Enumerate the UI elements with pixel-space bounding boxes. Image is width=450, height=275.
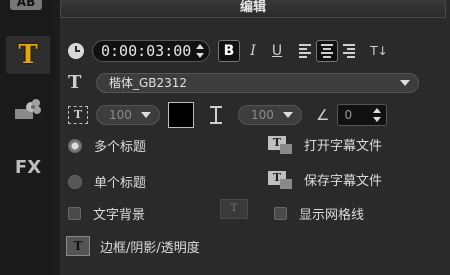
align-center-button[interactable] bbox=[316, 40, 338, 62]
save-subtitle-icon: T bbox=[268, 170, 292, 189]
open-subtitle-file-button[interactable]: T 打开字幕文件 bbox=[268, 135, 382, 154]
underline-button[interactable]: U bbox=[266, 40, 288, 62]
title-tab[interactable]: T bbox=[6, 36, 50, 74]
text-background-settings-button[interactable]: T bbox=[220, 199, 248, 219]
flower-filter-icon bbox=[15, 99, 41, 119]
open-subtitle-file-label: 打开字幕文件 bbox=[304, 139, 383, 154]
chevron-down-icon bbox=[141, 112, 151, 118]
font-family-value: 楷体_GB2312 bbox=[109, 75, 188, 90]
show-grid-checkbox[interactable] bbox=[274, 207, 287, 220]
multi-title-label: 多个标题 bbox=[94, 140, 147, 155]
font-size-value: 100 bbox=[109, 108, 132, 122]
rotation-angle-icon: ∠ bbox=[316, 106, 330, 124]
font-t-icon: T bbox=[68, 72, 82, 93]
font-size-icon: T bbox=[68, 106, 88, 124]
duration-timecode-input[interactable]: 0:00:03:00 bbox=[92, 40, 210, 62]
single-title-option[interactable]: 单个标题 bbox=[68, 172, 146, 191]
align-left-button[interactable] bbox=[294, 40, 316, 62]
size-row: T 100 100 ∠ 0 bbox=[68, 102, 388, 128]
line-spacing-icon bbox=[208, 106, 224, 124]
panel-title: 编辑 bbox=[60, 0, 446, 18]
text-background-settings-icon: T bbox=[220, 199, 248, 219]
text-background-option[interactable]: 文字背景 bbox=[68, 204, 145, 223]
save-subtitle-file-label: 保存字幕文件 bbox=[304, 174, 383, 189]
sidebar: AB T FX bbox=[0, 0, 55, 275]
rotation-angle-value: 0 bbox=[344, 108, 353, 122]
align-right-icon bbox=[343, 44, 355, 58]
filter-tab[interactable] bbox=[6, 90, 50, 128]
line-spacing-value: 100 bbox=[251, 108, 274, 122]
show-grid-option[interactable]: 显示网格线 bbox=[274, 204, 364, 223]
single-title-label: 单个标题 bbox=[94, 176, 147, 191]
text-background-checkbox[interactable] bbox=[68, 207, 81, 220]
line-spacing-select[interactable]: 100 bbox=[238, 105, 302, 125]
multi-title-radio[interactable] bbox=[68, 138, 82, 153]
single-title-radio[interactable] bbox=[68, 174, 82, 189]
timecode-value: 0:00:03:00 bbox=[101, 42, 192, 60]
bold-button[interactable]: B bbox=[218, 40, 240, 62]
font-family-select[interactable]: 楷体_GB2312 bbox=[96, 72, 419, 93]
font-row: T 楷体_GB2312 bbox=[68, 72, 419, 93]
font-color-swatch[interactable] bbox=[168, 102, 194, 128]
border-shadow-transparency-button[interactable]: T 边框/阴影/透明度 bbox=[66, 236, 200, 256]
fx-icon: FX bbox=[14, 156, 42, 178]
format-toolbar: 0:00:03:00 B I U T↓ bbox=[68, 40, 392, 62]
save-subtitle-file-button[interactable]: T 保存字幕文件 bbox=[268, 170, 382, 189]
show-grid-label: 显示网格线 bbox=[299, 208, 365, 223]
text-background-label: 文字背景 bbox=[93, 208, 146, 223]
ab-tab[interactable]: AB bbox=[10, 0, 42, 10]
font-size-select[interactable]: 100 bbox=[96, 105, 160, 125]
align-center-icon bbox=[321, 44, 333, 58]
chevron-down-icon bbox=[283, 112, 293, 118]
chevron-down-icon bbox=[400, 79, 410, 86]
clock-icon bbox=[68, 43, 84, 59]
align-left-icon bbox=[299, 44, 311, 58]
vertical-text-button[interactable]: T↓ bbox=[366, 40, 392, 62]
align-right-button[interactable] bbox=[338, 40, 360, 62]
fx-tab[interactable]: FX bbox=[6, 148, 50, 186]
angle-spinner-icon[interactable] bbox=[372, 107, 382, 123]
multi-title-option[interactable]: 多个标题 bbox=[68, 136, 146, 155]
open-subtitle-icon: T bbox=[268, 135, 292, 154]
italic-button[interactable]: I bbox=[242, 40, 264, 62]
title-t-icon: T bbox=[18, 40, 38, 70]
timecode-spinner-icon[interactable] bbox=[195, 43, 205, 59]
border-shadow-transparency-label: 边框/阴影/透明度 bbox=[100, 240, 200, 256]
border-shadow-icon: T bbox=[66, 236, 90, 256]
rotation-angle-input[interactable]: 0 bbox=[337, 104, 388, 126]
